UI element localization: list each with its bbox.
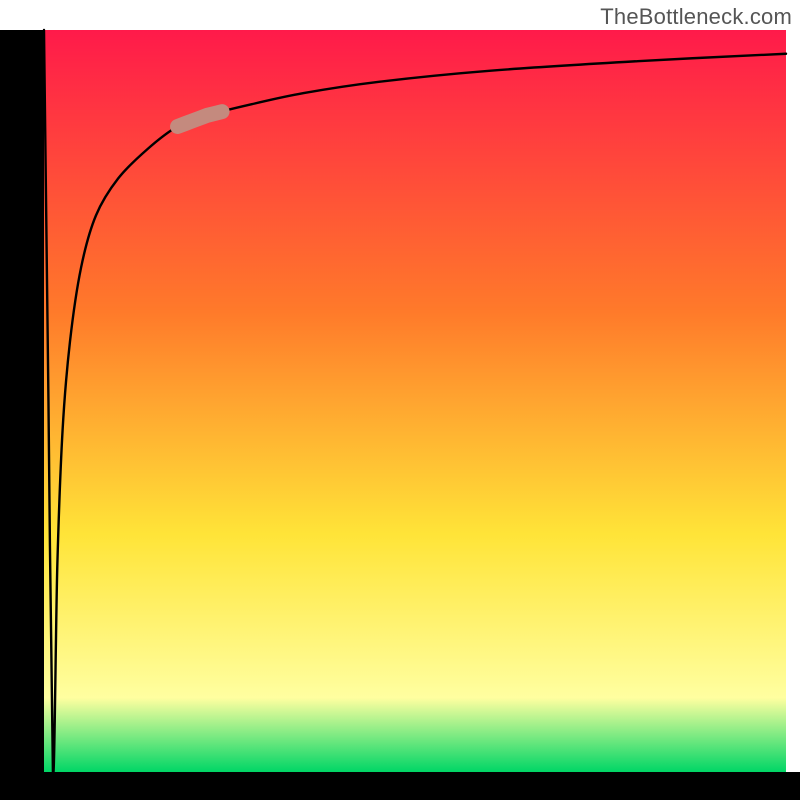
bottleneck-chart	[0, 0, 800, 800]
y-axis	[0, 30, 44, 800]
chart-frame: TheBottleneck.com	[0, 0, 800, 800]
watermark-text: TheBottleneck.com	[600, 4, 792, 30]
x-axis	[0, 772, 800, 800]
